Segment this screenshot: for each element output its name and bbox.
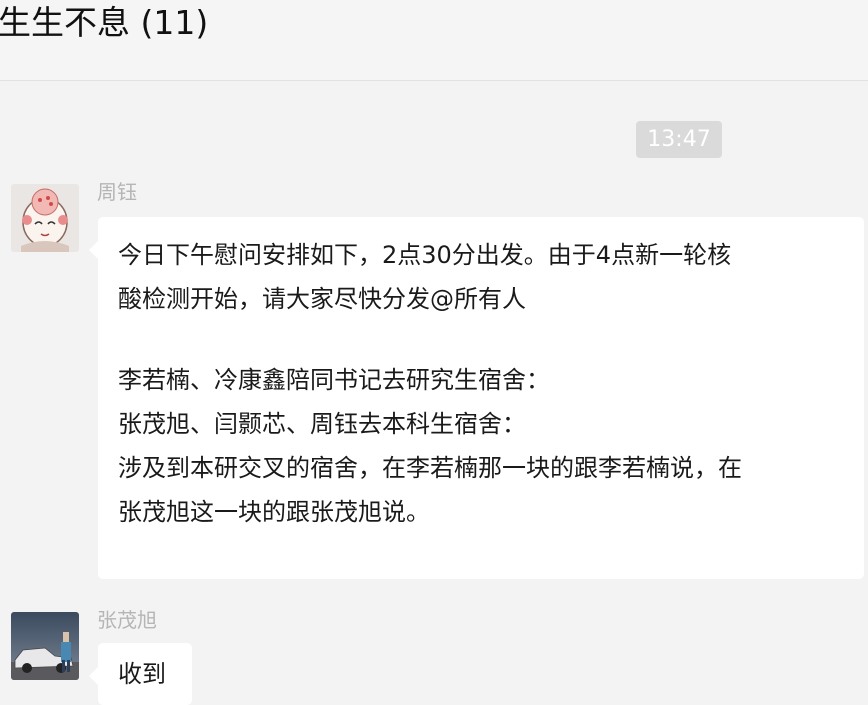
avatar[interactable] [11, 184, 79, 252]
message-bubble[interactable]: 今日下午慰问安排如下，2点30分出发。由于4点新一轮核 酸检测开始，请大家尽快分… [89, 217, 864, 579]
message-text-line: 李若楠、冷康鑫陪同书记去研究生宿舍： [118, 366, 550, 394]
message-bubble[interactable]: 收到 [89, 643, 192, 705]
message-text-line: 酸检测开始，请大家尽快分发@所有人 [118, 285, 526, 313]
cartoon-face-avatar-icon [11, 184, 79, 252]
person-with-car-photo-avatar-icon [11, 612, 79, 680]
sender-name: 周钰 [97, 180, 137, 204]
message-text-line: 涉及到本研交叉的宿舍，在李若楠那一块的跟李若楠说，在 [118, 454, 742, 482]
avatar[interactable] [11, 612, 79, 680]
chat-header: 生生不息 (11) [0, 0, 868, 81]
message-text: 收到 [118, 660, 166, 688]
timestamp-badge: 13:47 [636, 121, 722, 158]
sender-name: 张茂旭 [97, 608, 157, 632]
message-text-line: 今日下午慰问安排如下，2点30分出发。由于4点新一轮核 [118, 241, 732, 269]
message-text-line: 张茂旭这一块的跟张茂旭说。 [118, 498, 430, 526]
message-text-line: 张茂旭、闫颢芯、周钰去本科生宿舍： [118, 410, 526, 438]
chat-title[interactable]: 生生不息 (11) [0, 0, 208, 44]
